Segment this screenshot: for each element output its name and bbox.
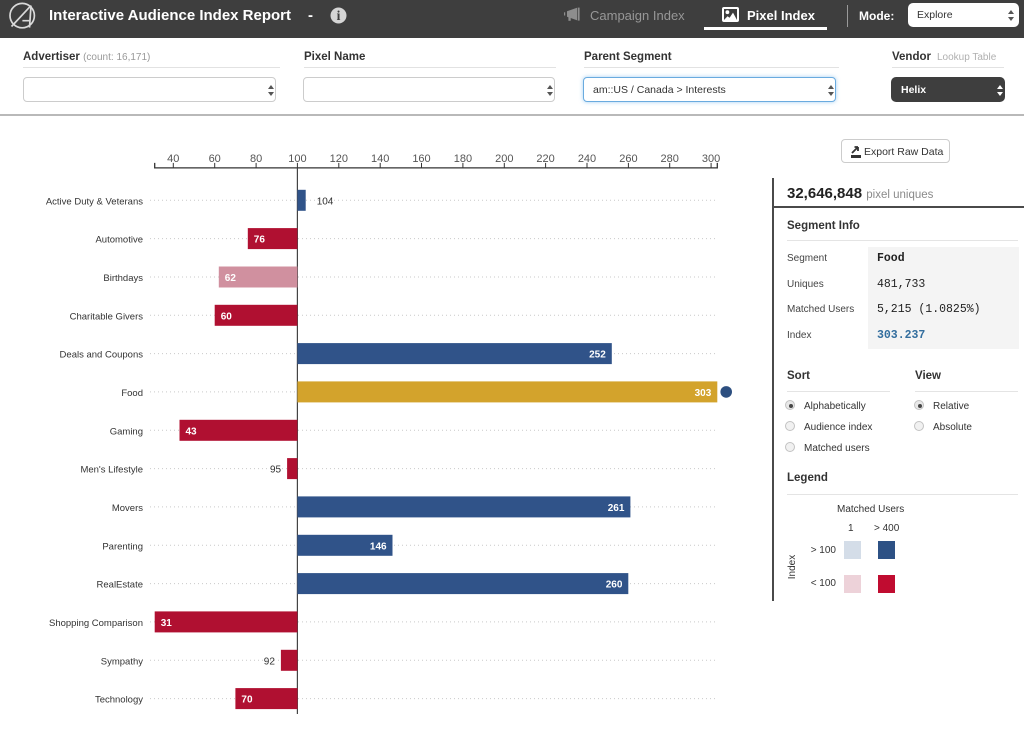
svg-text:76: 76 (254, 235, 266, 246)
svg-text:Birthdays: Birthdays (103, 273, 143, 284)
svg-text:260: 260 (606, 580, 623, 591)
svg-text:Active Duty & Veterans: Active Duty & Veterans (46, 196, 143, 207)
svg-text:RealEstate: RealEstate (97, 580, 143, 591)
svg-text:252: 252 (589, 350, 606, 361)
svg-text:Deals and Coupons: Deals and Coupons (60, 350, 144, 361)
svg-text:146: 146 (370, 541, 387, 552)
svg-text:60: 60 (221, 311, 233, 322)
svg-text:Men's Lifestyle: Men's Lifestyle (80, 465, 143, 476)
svg-text:31: 31 (161, 618, 173, 629)
svg-text:Gaming: Gaming (110, 426, 143, 437)
svg-text:Food: Food (121, 388, 143, 399)
svg-text:Parenting: Parenting (102, 541, 143, 552)
svg-text:Automotive: Automotive (95, 235, 143, 246)
svg-text:70: 70 (241, 695, 253, 706)
svg-text:Sympathy: Sympathy (101, 656, 143, 667)
svg-text:Technology: Technology (95, 695, 143, 706)
svg-text:Movers: Movers (112, 503, 143, 514)
svg-text:95: 95 (270, 465, 282, 476)
svg-text:Shopping Comparison: Shopping Comparison (49, 618, 143, 629)
svg-text:303: 303 (695, 388, 712, 399)
svg-text:i: i (337, 8, 341, 23)
svg-text:104: 104 (317, 196, 334, 207)
svg-text:Charitable Givers: Charitable Givers (70, 311, 144, 322)
svg-text:62: 62 (225, 273, 237, 284)
svg-text:43: 43 (186, 426, 198, 437)
svg-text:92: 92 (264, 656, 276, 667)
svg-text:261: 261 (608, 503, 625, 514)
